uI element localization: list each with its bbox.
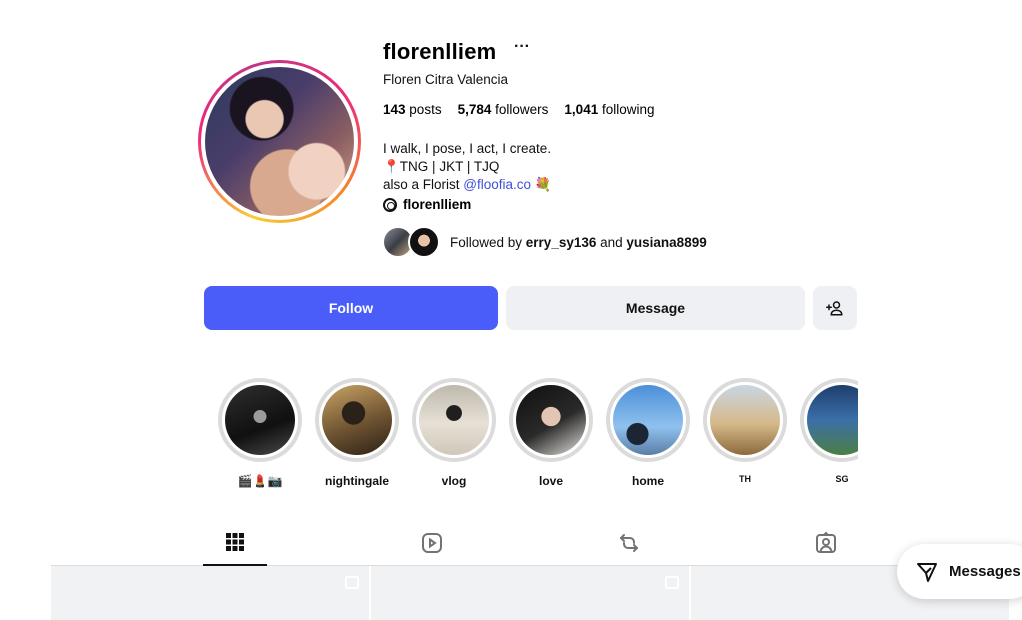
followers-count: 5,784 [457, 102, 492, 117]
followed-by-user-2: yusiana8899 [626, 234, 707, 250]
highlight-label: 🎬💄📷 [237, 474, 283, 488]
highlight-ring [606, 378, 690, 462]
highlight-ring [703, 378, 787, 462]
followers-label: followers [495, 102, 549, 117]
highlight-cover [516, 385, 586, 455]
reposts-icon [620, 534, 638, 552]
followed-by-user-1: erry_sy136 [525, 234, 597, 250]
highlight-label: love [538, 474, 563, 488]
tagged-icon [816, 531, 836, 553]
messages-label: Messages [949, 563, 1021, 580]
bio-line-1: I walk, I pose, I act, I create. [383, 141, 552, 156]
highlight-item[interactable]: home [606, 378, 690, 488]
carousel-icon [345, 576, 359, 589]
highlight-ring [315, 378, 399, 462]
carousel-icon [665, 576, 679, 589]
highlight-label: SG [835, 474, 849, 484]
profile-username: florenlliem [383, 39, 497, 64]
highlight-item[interactable]: SG [800, 378, 858, 484]
highlight-ring [218, 378, 302, 462]
profile-bio: I walk, I pose, I act, I create. 📍TNG | … [383, 140, 552, 194]
messages-button[interactable]: Messages [897, 544, 1022, 599]
threads-link[interactable]: florenlliem [383, 197, 471, 212]
followed-by-prefix: Followed by [450, 234, 526, 250]
highlight-label: TH [739, 474, 751, 484]
highlight-cover [225, 385, 295, 455]
reels-icon [422, 533, 442, 553]
profile-tabs [51, 520, 1009, 566]
followed-by-joiner: and [596, 234, 627, 250]
profile-stats: 143 posts 5,784 followers 1,041 followin… [383, 102, 655, 117]
threads-handle: florenlliem [403, 197, 472, 212]
followed-by[interactable]: Followed by erry_sy136 and yusiana8899 [382, 226, 707, 258]
posts-grid-icon [226, 533, 244, 551]
highlight-ring [412, 378, 496, 462]
highlight-item[interactable]: love [509, 378, 593, 488]
following-count: 1,041 [564, 102, 599, 117]
posts-stat: 143 posts [383, 102, 442, 117]
followed-by-text: Followed by erry_sy136 and yusiana8899 [450, 235, 707, 250]
posts-grid [51, 566, 1009, 620]
tab-posts[interactable] [203, 520, 267, 566]
highlight-cover [807, 385, 858, 455]
highlight-cover [710, 385, 780, 455]
profile-avatar-ring[interactable] [198, 60, 361, 223]
highlight-label: vlog [441, 474, 467, 488]
follower-avatar-2 [408, 226, 440, 258]
tab-tagged[interactable] [794, 520, 858, 566]
highlight-cover [419, 385, 489, 455]
follow-button[interactable]: Follow [204, 286, 498, 330]
highlight-ring [509, 378, 593, 462]
bio-mention-link[interactable]: @floofia.co [463, 177, 531, 192]
highlight-label: home [631, 474, 664, 488]
posts-count: 143 [383, 102, 406, 117]
posts-label: posts [409, 102, 442, 117]
add-person-icon [826, 301, 843, 316]
followers-stat[interactable]: 5,784 followers [458, 102, 549, 117]
more-options-icon[interactable]: ··· [514, 38, 530, 56]
bouquet-emoji: 💐 [531, 177, 552, 192]
profile-avatar[interactable] [205, 67, 354, 216]
following-stat[interactable]: 1,041 following [564, 102, 654, 117]
profile-full-name: Floren Citra Valencia [383, 72, 509, 87]
post-thumbnail[interactable] [371, 566, 689, 620]
highlight-cover [613, 385, 683, 455]
highlight-cover [322, 385, 392, 455]
threads-icon [383, 197, 397, 212]
highlight-item[interactable]: nightingale [315, 378, 399, 488]
tab-reels[interactable] [400, 520, 464, 566]
bio-line-2: 📍TNG | JKT | TJQ [383, 159, 500, 174]
post-thumbnail[interactable] [51, 566, 369, 620]
bio-line-3-text: also a Florist [383, 177, 464, 192]
tab-reposts[interactable] [597, 520, 661, 566]
story-highlights: 🎬💄📷 nightingale vlog love home TH SG [218, 378, 858, 493]
following-label: following [601, 102, 655, 117]
highlight-item[interactable]: TH [703, 378, 787, 484]
bio-line-3: also a Florist @floofia.co 💐 [383, 176, 552, 194]
suggest-users-button[interactable] [813, 286, 857, 330]
highlight-item[interactable]: vlog [412, 378, 496, 488]
send-icon [917, 562, 937, 582]
highlight-item[interactable]: 🎬💄📷 [218, 378, 302, 488]
highlight-label: nightingale [325, 474, 389, 488]
highlight-ring [800, 378, 858, 462]
message-button[interactable]: Message [506, 286, 805, 330]
